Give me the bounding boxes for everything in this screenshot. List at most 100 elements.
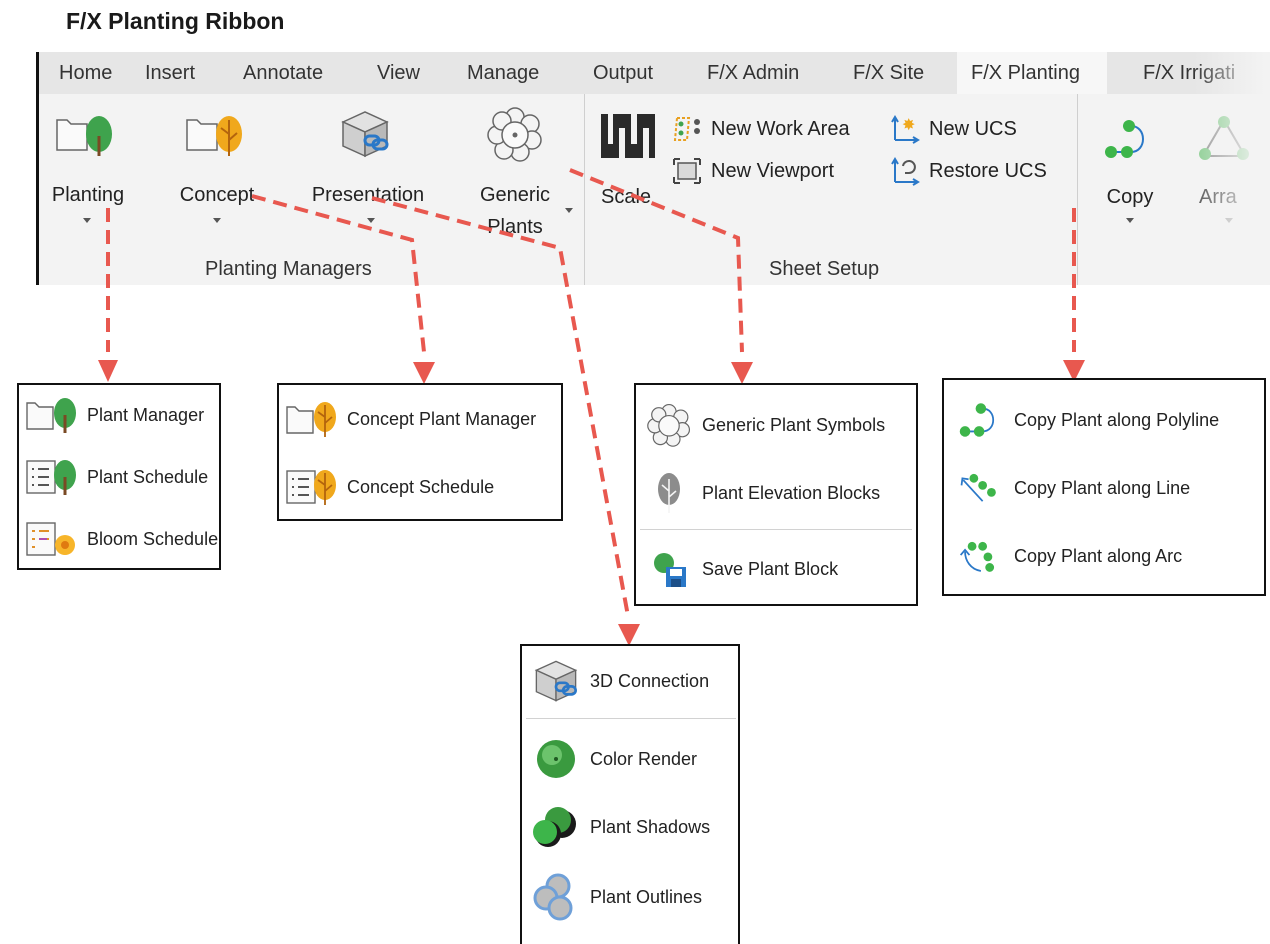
color-render-label: Color Render [590, 748, 698, 769]
plant-manager-icon [26, 398, 76, 433]
tab-manage[interactable]: Manage [453, 52, 553, 94]
svg-text:✸: ✸ [902, 115, 915, 134]
color-render-item[interactable]: Color Render [530, 736, 697, 782]
new-work-area-label: New Work Area [711, 117, 850, 140]
generic-plant-symbols-label: Generic Plant Symbols [702, 414, 886, 435]
bloom-schedule-item[interactable]: Bloom Schedule [25, 519, 218, 559]
array-button[interactable]: Arra [1199, 186, 1259, 209]
tab-fx-irrigation[interactable]: F/X Irrigati [1129, 52, 1249, 94]
plant-elevation-blocks-label: Plant Elevation Blocks [702, 482, 881, 503]
plant-schedule-item[interactable]: Plant Schedule [25, 457, 208, 497]
save-plant-block-label: Save Plant Block [702, 558, 839, 579]
ribbon: Home Insert Annotate View Manage Output … [36, 52, 1270, 285]
generic-dropdown-panel: Generic Plant Symbols Plant Elevation Bl… [634, 383, 918, 606]
arrowhead-generic [731, 362, 753, 384]
concept-plant-manager-icon [286, 402, 336, 437]
array-icon[interactable] [1199, 114, 1249, 164]
concept-button[interactable]: Concept [173, 184, 261, 207]
plant-shadows-label: Plant Shadows [590, 816, 711, 837]
arrowhead-planting [98, 360, 118, 382]
concept-plant-manager-item[interactable]: Concept Plant Manager [285, 399, 536, 439]
menu-divider [640, 529, 912, 530]
tab-home[interactable]: Home [45, 52, 126, 94]
menu-divider [526, 718, 736, 719]
scale-icon[interactable] [599, 110, 657, 162]
new-work-area-button[interactable]: New Work Area [671, 114, 850, 144]
concept-dropdown-arrow[interactable] [213, 218, 221, 223]
copy-plant-along-line-label: Copy Plant along Line [1014, 477, 1191, 498]
copy-line-icon [960, 473, 996, 502]
concept-schedule-label: Concept Schedule [347, 476, 495, 497]
tab-fx-site[interactable]: F/X Site [839, 52, 938, 94]
tab-view[interactable]: View [363, 52, 434, 94]
concept-icon[interactable] [185, 110, 245, 160]
restore-ucs-button[interactable]: Restore UCS [889, 156, 1047, 186]
new-ucs-icon: ✸ [891, 115, 920, 144]
plant-shadows-item[interactable]: Plant Shadows [530, 804, 710, 850]
group-label-sheet-setup: Sheet Setup [769, 258, 880, 280]
planting-button[interactable]: Planting [45, 184, 131, 207]
tab-fx-admin[interactable]: F/X Admin [693, 52, 813, 94]
plant-elevation-blocks-item[interactable]: Plant Elevation Blocks [644, 471, 880, 515]
3d-connection-icon [534, 660, 578, 702]
plant-manager-label: Plant Manager [87, 404, 205, 425]
plant-elevation-icon [658, 473, 680, 513]
generic-plant-symbol-icon[interactable] [487, 106, 543, 162]
concept-schedule-item[interactable]: Concept Schedule [285, 467, 494, 507]
copy-plant-along-polyline-label: Copy Plant along Polyline [1014, 409, 1220, 430]
new-ucs-label: New UCS [929, 117, 1017, 140]
generic-plant-symbols-item[interactable]: Generic Plant Symbols [644, 403, 885, 447]
copy-plant-along-arc-item[interactable]: Copy Plant along Arc [954, 534, 1182, 578]
tab-insert[interactable]: Insert [131, 52, 209, 94]
restore-ucs-icon [891, 157, 920, 186]
new-ucs-button[interactable]: ✸ New UCS [889, 114, 1017, 144]
copy-plant-along-polyline-item[interactable]: Copy Plant along Polyline [954, 398, 1219, 442]
copy-button[interactable]: Copy [1097, 186, 1163, 209]
plant-schedule-icon [26, 460, 76, 495]
plant-manager-item[interactable]: Plant Manager [25, 395, 204, 435]
planting-manager-icon[interactable] [55, 110, 115, 160]
arrowhead-concept [413, 362, 435, 384]
plant-outlines-label: Plant Outlines [590, 886, 703, 907]
new-viewport-label: New Viewport [711, 159, 835, 182]
copy-polyline-icon [959, 403, 995, 437]
scale-button[interactable]: Scale [595, 186, 657, 209]
new-work-area-icon [673, 117, 700, 141]
concept-dropdown-panel: Concept Plant Manager Concept Schedule [277, 383, 563, 521]
3d-connection-icon[interactable] [337, 106, 393, 162]
plant-outlines-icon [533, 873, 573, 921]
planting-dropdown-arrow[interactable] [83, 218, 91, 223]
tab-fx-planting[interactable]: F/X Planting [957, 52, 1107, 94]
bloom-schedule-label: Bloom Schedule [87, 528, 219, 549]
3d-connection-item[interactable]: 3D Connection [530, 656, 709, 706]
copy-plant-along-line-item[interactable]: Copy Plant along Line [954, 466, 1190, 510]
generic-plants-dropdown-arrow[interactable] [565, 208, 573, 213]
generic-plant-symbol-icon [647, 403, 691, 447]
tab-annotate[interactable]: Annotate [229, 52, 337, 94]
presentation-dropdown-arrow[interactable] [367, 218, 375, 223]
presentation-button[interactable]: Presentation [301, 184, 435, 207]
plant-shadows-icon [533, 807, 576, 847]
tab-output[interactable]: Output [579, 52, 667, 94]
group-label-planting-managers: Planting Managers [205, 258, 372, 280]
copy-plant-icon[interactable] [1103, 114, 1153, 164]
copy-dropdown-arrow[interactable] [1126, 218, 1134, 223]
arrowhead-presentation [618, 624, 640, 646]
copy-plant-along-arc-label: Copy Plant along Arc [1014, 545, 1183, 566]
bloom-schedule-icon [26, 522, 75, 556]
plant-outlines-item[interactable]: Plant Outlines [530, 872, 702, 922]
save-plant-block-item[interactable]: Save Plant Block [644, 547, 838, 591]
array-dropdown-arrow[interactable] [1225, 218, 1233, 223]
generic-plants-button-line2[interactable]: Plants [475, 216, 555, 239]
concept-plant-manager-label: Concept Plant Manager [347, 408, 537, 429]
tab-bar: Home Insert Annotate View Manage Output … [39, 52, 1270, 94]
restore-ucs-label: Restore UCS [929, 159, 1047, 182]
plant-schedule-label: Plant Schedule [87, 466, 209, 487]
new-viewport-button[interactable]: New Viewport [671, 156, 834, 186]
copy-dropdown-panel: Copy Plant along Polyline Copy Plant alo… [942, 378, 1266, 596]
group-separator [584, 94, 585, 285]
copy-arc-icon [959, 541, 995, 572]
page-title: F/X Planting Ribbon [66, 8, 285, 34]
generic-plants-button-line1[interactable]: Generic [475, 184, 555, 207]
color-render-icon [537, 740, 575, 778]
